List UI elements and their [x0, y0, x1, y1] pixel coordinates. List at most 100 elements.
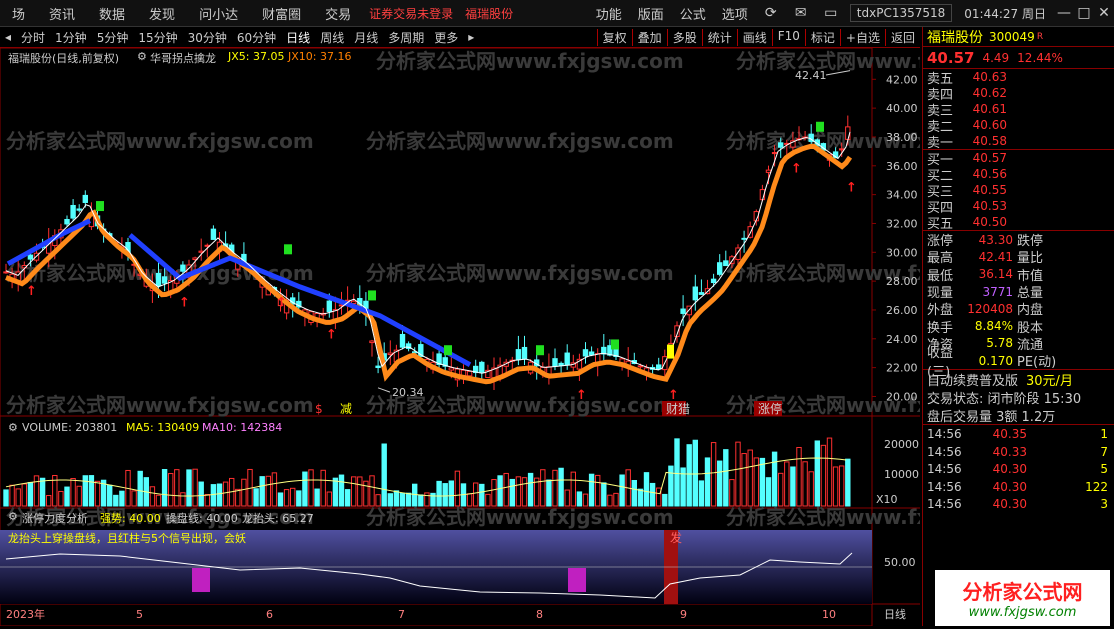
menu-layout[interactable]: 版面 [630, 4, 672, 23]
period-tab-60m[interactable]: 60分钟 [232, 29, 281, 46]
btn-multi-stock[interactable]: 多股 [666, 28, 702, 46]
volume-bar [631, 479, 637, 507]
more-dropdown-icon[interactable]: ▸ [463, 30, 479, 44]
menu-formula[interactable]: 公式 [672, 4, 714, 23]
btn-add-watchlist[interactable]: +自选 [839, 28, 885, 46]
indicator-name[interactable]: 华哥拐点擒龙 [150, 50, 216, 66]
btn-fuquan[interactable]: 复权 [596, 28, 632, 46]
message-icon[interactable]: ✉ [792, 4, 810, 22]
stat-value: 3771 [982, 284, 1013, 299]
bid-row: 买五 40.50 [927, 215, 1007, 232]
tick-time: 14:56 [927, 462, 962, 477]
period-tab-fenshi[interactable]: 分时 [16, 29, 50, 46]
menu-item-trade[interactable]: 交易 [313, 4, 363, 23]
period-tab-15m[interactable]: 15分钟 [133, 29, 182, 46]
volume-bar [796, 447, 802, 507]
collapse-icon[interactable]: ◂ [0, 30, 16, 44]
volume-bar [619, 474, 625, 507]
menu-function[interactable]: 功能 [588, 4, 630, 23]
period-tab-1m[interactable]: 1分钟 [50, 29, 92, 46]
volume-bar [3, 489, 9, 507]
volume-bar [692, 439, 698, 507]
volume-bar [668, 465, 674, 507]
promo-text[interactable]: 自动续费普及版 [927, 370, 1018, 389]
candle-body [3, 271, 9, 274]
menu-item-ask[interactable]: 问小达 [187, 4, 250, 23]
refresh-icon[interactable]: ⟳ [762, 4, 780, 22]
volume-bar [662, 493, 668, 507]
period-tab-multi[interactable]: 多周期 [383, 29, 429, 46]
volume-bar [338, 474, 345, 507]
sub-indicator-name[interactable]: 涨停力度分析 [22, 510, 88, 526]
volume-bar [137, 470, 143, 507]
maximize-icon[interactable]: □ [1074, 5, 1094, 21]
buy-arrow: ↑ [276, 296, 287, 311]
btn-f10[interactable]: F10 [771, 28, 805, 46]
caopan-value: 操盘线: 40.00 [166, 512, 238, 525]
volume-bar [216, 483, 223, 507]
menu-options[interactable]: 选项 [714, 4, 756, 23]
strength-value: 强势: 40.00 [100, 512, 161, 525]
menu-item-discover[interactable]: 发现 [137, 4, 187, 23]
period-tab-5m[interactable]: 5分钟 [92, 29, 134, 46]
tick-volume: 7 [1100, 444, 1108, 459]
signal-box [568, 568, 586, 592]
btn-draw[interactable]: 画线 [736, 28, 772, 46]
sub-note: 龙抬头上穿操盘线，且红柱与5个信号出现，会妖 [8, 532, 246, 545]
account-code[interactable]: tdxPC1357518 [849, 4, 953, 22]
volume-bar [778, 472, 784, 507]
period-tab-week[interactable]: 周线 [315, 29, 349, 46]
menu-item-news[interactable]: 资讯 [37, 4, 87, 23]
candle-body [155, 272, 162, 287]
promo-row[interactable]: 自动续费普及版 30元/月 [923, 370, 1114, 389]
volume-bar [820, 444, 827, 507]
stat-row: 涨停 43.30 跌停 [923, 231, 1114, 250]
ask-book: 卖五 40.63 卖四 40.62 卖三 40.61 卖二 40.60 卖一 40.58 [923, 69, 1114, 151]
indicator-gear-icon[interactable]: ⚙ [137, 50, 147, 63]
btn-overlay[interactable]: 叠加 [631, 28, 667, 46]
volume-bar [405, 492, 412, 507]
minimize-icon[interactable]: — [1054, 5, 1074, 21]
kline-chart-area[interactable]: 分析家公式网www.fxjgsw.com 分析家公式网www.fxjgsw.com… [0, 47, 1044, 627]
candle-body [375, 365, 381, 369]
x-axis-period-label: 日线 [884, 607, 906, 621]
volume-bar [186, 469, 192, 507]
promo-price[interactable]: 30元/月 [1026, 370, 1073, 389]
period-tab-more[interactable]: 更多 [429, 29, 463, 46]
stat-label2: 流通 [1017, 337, 1044, 353]
volume-bar [277, 492, 284, 507]
logo-url: www.fxjgsw.com [968, 605, 1077, 620]
volume-gear-icon[interactable]: ⚙ [8, 421, 18, 434]
window-icon[interactable]: ▭ [822, 4, 840, 22]
sub-gear-icon[interactable]: ⚙ [8, 510, 18, 523]
login-warning[interactable]: 证券交易未登录 [363, 5, 459, 22]
jx10-value: JX10: 37.16 [288, 50, 352, 63]
volume-bar [814, 440, 820, 507]
period-tab-month[interactable]: 月线 [349, 29, 383, 46]
menu-item-fortune[interactable]: 财富圈 [250, 4, 313, 23]
menu-item-0[interactable]: 场 [0, 4, 37, 23]
btn-back[interactable]: 返回 [884, 28, 920, 46]
volume-bar [765, 477, 772, 507]
volume-bar [253, 488, 259, 507]
period-tab-day[interactable]: 日线 [281, 29, 315, 46]
volume-bar [149, 486, 156, 507]
period-tab-30m[interactable]: 30分钟 [183, 29, 232, 46]
volume-bar [784, 461, 790, 507]
candle-body [839, 148, 845, 151]
stat-label2: 跌停 [1017, 234, 1044, 250]
volume-bar [131, 490, 137, 507]
watermark-logo: 分析家公式网 www.fxjgsw.com [935, 570, 1110, 626]
btn-stats[interactable]: 统计 [701, 28, 737, 46]
sell-signal [96, 201, 104, 212]
btn-mark[interactable]: 标记 [804, 28, 840, 46]
menu-item-data[interactable]: 数据 [87, 4, 137, 23]
sell-signal [444, 345, 452, 356]
volume-bar [76, 485, 82, 507]
candle-body [448, 367, 455, 371]
sub-tick-label: 50.00 [884, 556, 916, 569]
candle-body [76, 208, 82, 211]
tick-price: 40.30 [992, 462, 1027, 477]
current-stock-link[interactable]: 福瑞股份 [459, 5, 519, 22]
close-icon[interactable]: ✕ [1094, 5, 1114, 21]
